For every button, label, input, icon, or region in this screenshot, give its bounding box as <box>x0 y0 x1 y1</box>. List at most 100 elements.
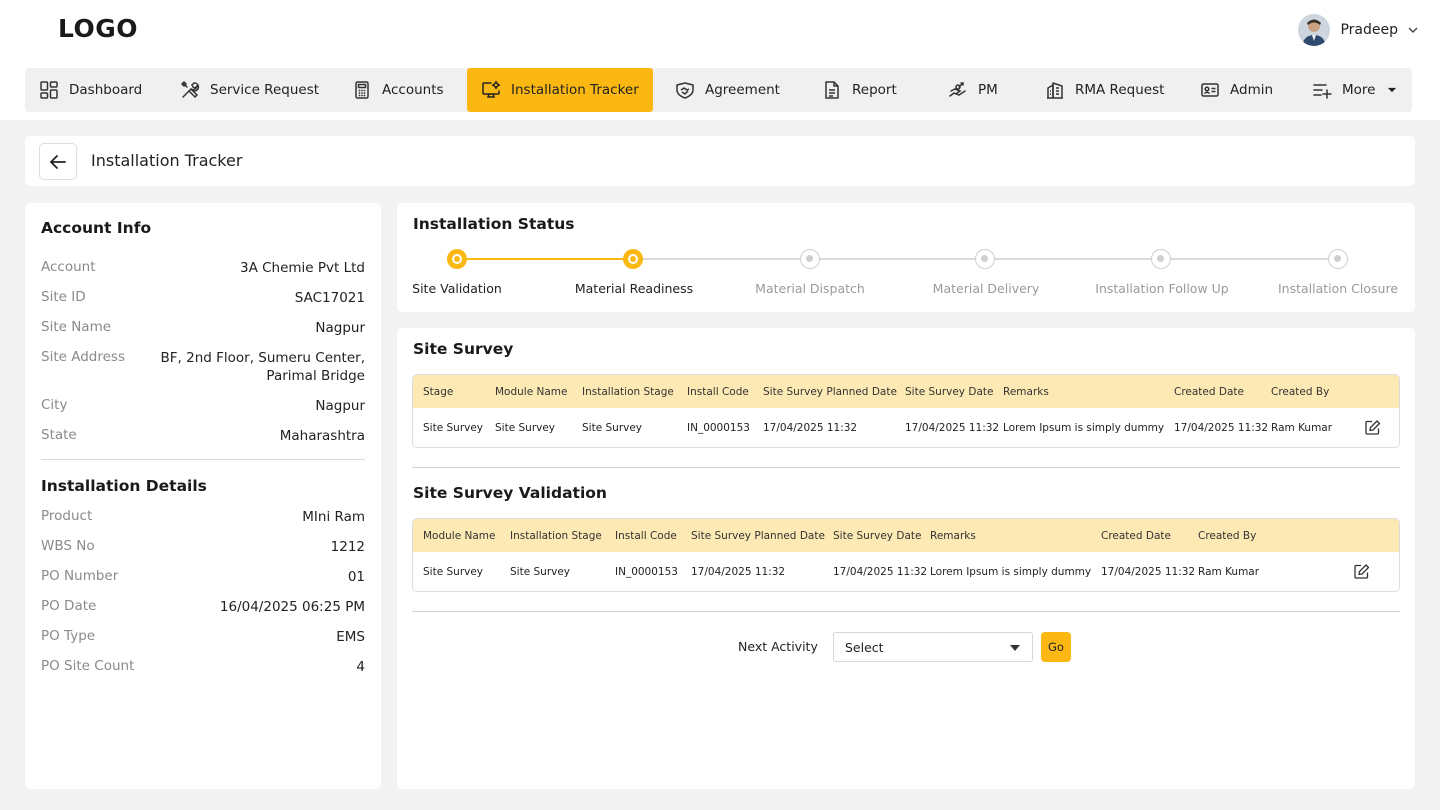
column-header[interactable]: Site Survey Planned Date <box>691 519 825 552</box>
main-nav: Dashboard Service Request Accounts Insta… <box>25 68 1412 112</box>
wbs-row: WBS No 1212 <box>41 538 365 556</box>
column-header[interactable]: Installation Stage <box>582 375 674 408</box>
table-cell: Ram Kumar <box>1271 421 1333 434</box>
step-label: Site Validation <box>412 281 502 296</box>
step-label: Material Dispatch <box>755 281 865 296</box>
site-address-row: Site Address BF, 2nd Floor, Sumeru Cente… <box>41 349 365 385</box>
nav-label: Accounts <box>382 82 444 98</box>
column-header[interactable]: Created Date <box>1101 519 1171 552</box>
caret-down-icon <box>1388 87 1397 93</box>
field-label: State <box>41 427 77 443</box>
column-header[interactable]: Module Name <box>495 375 568 408</box>
monitor-settings-icon <box>482 80 501 98</box>
document-icon <box>825 81 839 99</box>
edit-icon[interactable] <box>1364 419 1381 436</box>
nav-report[interactable]: Report <box>822 68 897 112</box>
nav-dashboard[interactable]: Dashboard <box>39 68 142 112</box>
column-header[interactable]: Install Code <box>687 375 749 408</box>
column-header[interactable]: Site Survey Planned Date <box>763 375 897 408</box>
column-header[interactable]: Install Code <box>615 519 677 552</box>
calculator-icon <box>355 81 369 99</box>
progress-line <box>995 258 1151 260</box>
select-value: Select <box>845 640 884 655</box>
table-cell: 17/04/2025 11:32 <box>833 565 928 578</box>
id-card-icon <box>1201 83 1219 97</box>
nav-pm[interactable]: PM <box>948 68 998 112</box>
site-survey-validation-title: Site Survey Validation <box>413 484 607 502</box>
nav-service-request[interactable]: Service Request <box>180 68 319 112</box>
step-dot-done[interactable] <box>447 249 467 269</box>
top-header: LOGO Pradeep Dashboard Service Request A… <box>0 0 1440 120</box>
nav-accounts[interactable]: Accounts <box>352 68 444 112</box>
chevron-down-icon[interactable] <box>1408 25 1418 35</box>
field-label: Site ID <box>41 289 86 305</box>
user-name[interactable]: Pradeep <box>1340 22 1398 38</box>
back-button[interactable] <box>39 143 77 180</box>
step-dot-pending[interactable] <box>975 249 995 269</box>
table-cell: Site Survey <box>423 565 484 578</box>
column-header[interactable]: Created Date <box>1174 375 1244 408</box>
column-header[interactable]: Installation Stage <box>510 519 602 552</box>
step-dot-pending[interactable] <box>1151 249 1171 269</box>
table-cell: Ram Kumar <box>1198 565 1260 578</box>
address-line-2: Parimal Bridge <box>266 368 365 384</box>
user-menu[interactable]: Pradeep <box>1298 14 1418 46</box>
step-label: Material Delivery <box>932 281 1040 296</box>
go-button[interactable]: Go <box>1041 632 1071 662</box>
step-label: Installation Follow Up <box>1095 281 1229 296</box>
table-cell: Lorem Ipsum is simply dummy <box>1003 421 1165 434</box>
address-line-1: BF, 2nd Floor, Sumeru Center, <box>160 350 366 366</box>
field-label: Site Address <box>41 349 125 365</box>
progress-line <box>643 258 800 260</box>
next-activity-label: Next Activity <box>738 639 818 654</box>
step-dot-pending[interactable] <box>800 249 820 269</box>
column-header[interactable]: Site Survey Date <box>905 375 993 408</box>
city-row: City Nagpur <box>41 397 365 415</box>
nav-more[interactable]: More <box>1312 68 1399 112</box>
avatar[interactable] <box>1298 14 1331 46</box>
site-survey-title: Site Survey <box>413 340 514 358</box>
nav-agreement[interactable]: Agreement <box>675 68 780 112</box>
nav-rma-request[interactable]: RMA Request <box>1045 68 1164 112</box>
section-divider <box>412 611 1400 612</box>
progress-line-done <box>467 258 623 260</box>
field-label: City <box>41 397 68 413</box>
field-value: SAC17021 <box>294 290 365 306</box>
account-info-title: Account Info <box>41 219 152 237</box>
po-site-count-row: PO Site Count 4 <box>41 658 365 676</box>
step-dot-done[interactable] <box>623 249 643 269</box>
nav-label: Agreement <box>705 82 780 98</box>
column-header[interactable]: Site Survey Date <box>833 519 921 552</box>
nav-label: Service Request <box>210 82 320 98</box>
next-activity-select[interactable]: Select <box>833 632 1033 662</box>
table-cell: 17/04/2025 11:32 <box>691 565 786 578</box>
site-survey-panel: Site Survey Stage Module Name Installati… <box>397 328 1415 789</box>
column-header[interactable]: Stage <box>423 375 453 408</box>
section-divider <box>412 467 1400 468</box>
column-header[interactable]: Created By <box>1198 519 1256 552</box>
nav-admin[interactable]: Admin <box>1200 68 1273 112</box>
field-label: Account <box>41 259 96 275</box>
site-survey-table: Stage Module Name Installation Stage Ins… <box>412 374 1400 448</box>
table-row: Site Survey Site Survey Site Survey IN_0… <box>413 408 1399 447</box>
column-header[interactable]: Module Name <box>423 519 496 552</box>
field-value: 4 <box>356 659 365 675</box>
column-header[interactable]: Remarks <box>930 519 976 552</box>
table-cell: 17/04/2025 11:32 <box>1174 421 1269 434</box>
nav-label: Report <box>852 82 897 98</box>
nav-installation-tracker[interactable]: Installation Tracker <box>467 68 653 112</box>
field-value: EMS <box>336 629 365 645</box>
nav-label: Dashboard <box>69 82 143 98</box>
table-cell: Site Survey <box>495 421 556 434</box>
step-dot-pending[interactable] <box>1328 249 1348 269</box>
logo[interactable]: LOGO <box>58 14 138 43</box>
progress-line <box>1171 258 1328 260</box>
column-header[interactable]: Remarks <box>1003 375 1049 408</box>
table-cell: 17/04/2025 11:32 <box>1101 565 1196 578</box>
table-cell: Lorem Ipsum is simply dummy <box>930 565 1092 578</box>
field-value: 1212 <box>330 539 365 555</box>
edit-icon[interactable] <box>1353 563 1370 580</box>
field-label: Product <box>41 508 93 524</box>
column-header[interactable]: Created By <box>1271 375 1329 408</box>
table-cell: 17/04/2025 11:32 <box>763 421 858 434</box>
